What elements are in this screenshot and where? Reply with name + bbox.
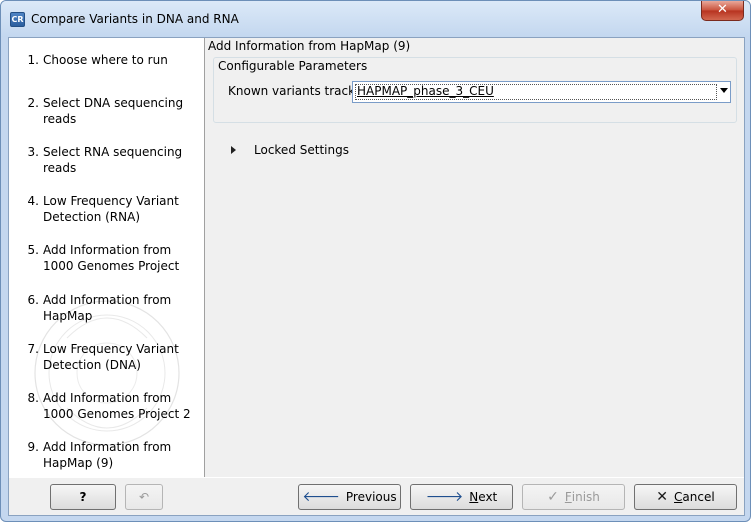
step-label: Select DNA sequencing reads <box>43 96 184 126</box>
step-label: Add Information from HapMap (9) <box>43 440 172 470</box>
back-button[interactable]: ↶ <box>125 484 163 510</box>
help-button[interactable]: ? <box>50 484 116 510</box>
step-label: Add Information from 1000 Genomes Projec… <box>43 391 191 421</box>
step-number: 2. <box>27 96 39 110</box>
next-label: ext <box>478 490 498 504</box>
close-button[interactable]: ✕ <box>701 1 744 21</box>
step-label: Low Frequency Variant Detection (RNA) <box>43 194 179 224</box>
step-number: 5. <box>27 243 39 257</box>
step-number: 4. <box>27 194 39 208</box>
dialog-body: 1. Choose where to run 2. Select DNA seq… <box>8 37 745 516</box>
previous-button[interactable]: 🡐 Previous <box>298 484 401 510</box>
step-number: 1. <box>27 53 39 67</box>
step-number: 7. <box>27 342 39 356</box>
window-title: Compare Variants in DNA and RNA <box>31 12 239 26</box>
step-number: 3. <box>27 145 39 159</box>
app-icon: CR <box>10 12 25 27</box>
wizard-steps-panel: 1. Choose where to run 2. Select DNA seq… <box>9 38 205 477</box>
step-label: Add Information from 1000 Genomes Projec… <box>43 243 180 273</box>
step-number: 8. <box>27 391 39 405</box>
cancel-mnemonic: C <box>674 490 683 504</box>
group-legend: Configurable Parameters <box>218 59 368 73</box>
help-label: ? <box>79 490 87 504</box>
step-content-panel: Add Information from HapMap (9) Configur… <box>206 38 744 477</box>
step-label: Select RNA sequencing reads <box>43 145 183 175</box>
known-variants-track-select[interactable]: HAPMAP_phase_3_CEU <box>352 81 731 103</box>
finish-label: inish <box>571 490 600 504</box>
close-icon: ✕ <box>656 489 669 505</box>
expand-triangle-icon[interactable] <box>231 146 236 154</box>
step-number: 6. <box>27 293 39 307</box>
previous-label: Previous <box>345 490 397 504</box>
title-bar[interactable]: CR Compare Variants in DNA and RNA ✕ <box>1 1 750 37</box>
back-arrow-icon: ↶ <box>138 490 150 504</box>
section-title: Add Information from HapMap (9) <box>208 39 411 53</box>
arrow-right-icon: 🡒 <box>425 489 464 505</box>
button-bar: ? ↶ 🡐 Previous 🡒 Next ✓ Finish ✕ Cancel <box>9 477 744 515</box>
known-variants-track-label: Known variants track <box>228 84 356 98</box>
selected-track-value: HAPMAP_phase_3_CEU <box>357 84 494 98</box>
next-button[interactable]: 🡒 Next <box>410 484 513 510</box>
checkmark-icon: ✓ <box>547 489 559 505</box>
chevron-down-icon[interactable] <box>720 88 728 93</box>
cancel-label: ancel <box>682 490 715 504</box>
next-mnemonic: N <box>469 490 479 504</box>
step-label: Choose where to run <box>43 53 168 67</box>
locked-settings-toggle[interactable]: Locked Settings <box>254 143 349 157</box>
cancel-button[interactable]: ✕ Cancel <box>634 484 737 510</box>
arrow-left-icon: 🡐 <box>302 489 340 505</box>
step-label: Low Frequency Variant Detection (DNA) <box>43 342 179 372</box>
finish-button[interactable]: ✓ Finish <box>522 484 625 510</box>
step-label: Add Information from HapMap <box>43 293 172 323</box>
finish-mnemonic: F <box>564 490 572 504</box>
dialog-window: CR Compare Variants in DNA and RNA ✕ 1. … <box>0 0 751 522</box>
step-number: 9. <box>27 440 39 454</box>
